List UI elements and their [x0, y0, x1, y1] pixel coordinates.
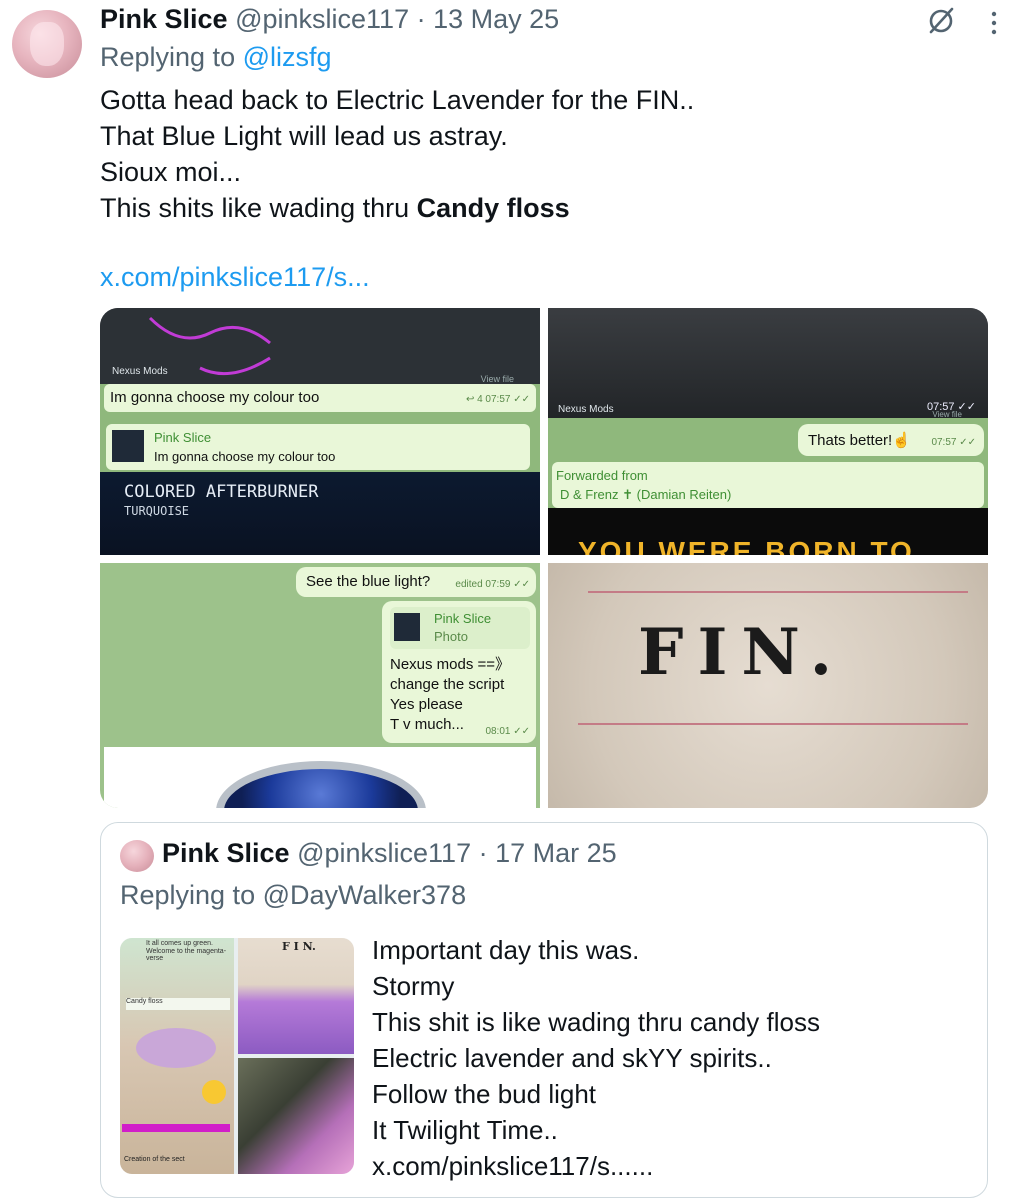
separator: · [478, 838, 488, 868]
tweet-line: Gotta head back to Electric Lavender for… [100, 85, 695, 115]
quoted-media-collage[interactable]: It all comes up green. Welcome to the ma… [120, 938, 354, 1174]
tweet-line: Sioux moi... [100, 157, 242, 187]
message-meta: 07:57 ✓✓ [931, 437, 976, 448]
image-preview [104, 747, 536, 808]
avatar[interactable] [12, 10, 82, 78]
quoted-line: It Twilight Time.. [372, 1115, 558, 1145]
forwarded-label: Forwarded from [556, 468, 648, 483]
reply-thumbnail [112, 430, 144, 462]
media-tile-2[interactable]: Nexus Mods 07:57 ✓✓ View file Thats bett… [548, 308, 988, 555]
banner-subtitle: TURQUOISE [124, 504, 190, 518]
banner-title: COLORED AFTERBURNER [124, 482, 319, 502]
tweet-text: Gotta head back to Electric Lavender for… [100, 82, 694, 226]
thumb-caption: It all comes up green. [146, 940, 213, 947]
tweet-line: This shits like wading thru Candy floss [100, 190, 694, 226]
reply-bubble: Pink Slice Photo Nexus mods ==》 change t… [382, 601, 536, 743]
fin-text: FIN. [638, 615, 847, 690]
thumb-lavender [136, 1028, 216, 1068]
message-text: See the blue light? [306, 573, 431, 590]
quoted-line: Stormy [372, 971, 455, 1001]
message-meta: ↩ 4 07:57 ✓✓ [465, 394, 530, 405]
collage-left: It all comes up green. Welcome to the ma… [120, 938, 234, 1174]
display-name[interactable]: Pink Slice [100, 4, 228, 34]
replying-to: Replying to @DayWalker378 [120, 880, 466, 911]
handle: @pinkslice117 [297, 838, 472, 868]
more-vertical-icon[interactable] [984, 10, 1004, 36]
thumb-highlight [122, 1124, 230, 1132]
quoted-header: Pink Slice @pinkslice117 · 17 Mar 25 [162, 838, 617, 869]
thumb-caption: Creation of the sect [124, 1156, 185, 1163]
tweet-link[interactable]: x.com/pinkslice117/s... [100, 262, 370, 293]
emoji-icon [202, 1080, 226, 1104]
quoted-text: Important day this was. Stormy This shit… [372, 932, 820, 1184]
message-text: Thats better!☝ [808, 432, 911, 449]
replying-prefix: Replying to [120, 880, 256, 910]
view-file: View file [480, 374, 514, 384]
display-name: Pink Slice [162, 838, 290, 868]
replying-to-handle: @DayWalker378 [262, 880, 467, 910]
message-bubble: See the blue light? edited 07:59 ✓✓ [296, 567, 536, 597]
reply-name: Pink Slice [154, 430, 212, 445]
thumb-caption: Welcome to the magenta-verse [146, 948, 227, 962]
reply-preview: Pink Slice Photo [390, 607, 530, 649]
tweet-line-prefix: This shits like wading thru [100, 193, 417, 223]
app-label: Nexus Mods [558, 404, 614, 415]
replying-to: Replying to @lizsfg [100, 42, 332, 73]
collage-top-right: F I N. [238, 938, 354, 1054]
reply-lines: Nexus mods ==》 change the script Yes ple… [390, 655, 510, 735]
tweet-line: That Blue Light will lead us astray. [100, 121, 508, 151]
forwarded-from[interactable]: D & Frenz ✝ (Damian Reiten) [560, 487, 731, 503]
reply-line: Nexus mods ==》 [390, 656, 511, 673]
media-tile-4[interactable]: FIN. [548, 563, 988, 808]
quoted-line: Follow the bud light [372, 1079, 597, 1109]
reply-kind: Photo [434, 629, 468, 644]
replying-prefix: Replying to [100, 42, 236, 72]
quoted-line: This shit is like wading thru candy flos… [372, 1007, 820, 1037]
quoted-line: Important day this was. [372, 935, 640, 965]
red-rule-top [588, 591, 968, 593]
grok-icon[interactable] [926, 6, 956, 36]
reply-text: Im gonna choose my colour too [154, 449, 336, 464]
message-meta: 08:01 ✓✓ [485, 726, 530, 737]
replying-to-link[interactable]: @lizsfg [243, 42, 332, 72]
media-tile-1[interactable]: Nexus Mods View file Im gonna choose my … [100, 308, 540, 555]
banner-text: YOU WERE BORN TO [578, 536, 915, 555]
tweet-header: Pink Slice @pinkslice117 · 13 May 25 [100, 4, 559, 35]
avatar [120, 840, 154, 872]
thumb-caption: Candy floss [126, 998, 230, 1010]
reply-bubble: Pink Slice Im gonna choose my colour too [106, 424, 530, 470]
quoted-line: x.com/pinkslice117/s...... [372, 1151, 654, 1181]
dark-header [548, 308, 988, 418]
message-bubble: Thats better!☝ 07:57 ✓✓ [798, 424, 984, 456]
handle[interactable]: @pinkslice117 [235, 4, 409, 34]
tweet-line-bold: Candy floss [416, 193, 570, 223]
reply-line: change the script [390, 676, 505, 693]
message-meta: edited 07:59 ✓✓ [455, 579, 530, 590]
thumb-fin: F I N. [282, 940, 316, 953]
collage-bottom-right [238, 1058, 354, 1174]
reply-line: Yes please [390, 696, 463, 713]
forwarded-bubble: Forwarded from D & Frenz ✝ (Damian Reite… [552, 462, 984, 508]
separator: · [416, 4, 426, 34]
banner-image: COLORED AFTERBURNER TURQUOISE [100, 472, 540, 555]
reply-name: Pink Slice [434, 611, 492, 626]
reply-thumbnail [394, 613, 420, 641]
blue-orb [216, 761, 426, 808]
banner-image: YOU WERE BORN TO [548, 508, 988, 555]
media-tile-3[interactable]: See the blue light? edited 07:59 ✓✓ Pink… [100, 563, 540, 808]
app-label: Nexus Mods [112, 366, 168, 377]
message-text: Im gonna choose my colour too [110, 389, 320, 406]
message-bubble: Im gonna choose my colour too ↩ 4 07:57 … [104, 384, 536, 412]
quoted-line: Electric lavender and skYY spirits.. [372, 1043, 772, 1073]
tweet-date[interactable]: 13 May 25 [433, 4, 559, 34]
tweet-date: 17 Mar 25 [495, 838, 617, 868]
red-rule-bottom [578, 723, 968, 725]
